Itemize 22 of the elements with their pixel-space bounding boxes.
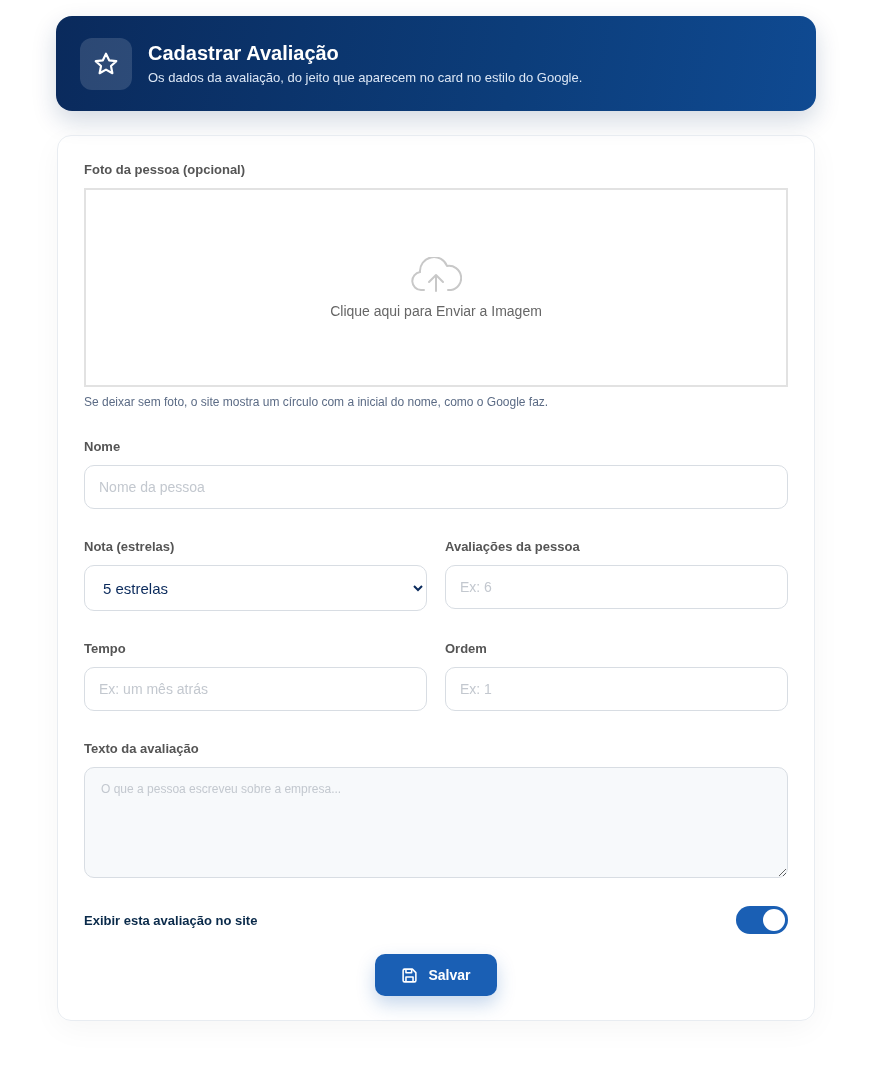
field-label: Nome [84, 439, 122, 454]
toggle-label: Exibir esta avaliação no site [84, 912, 258, 928]
text-field[interactable]: Ex: 1 [445, 667, 788, 711]
field-label: Tempo [84, 641, 127, 656]
page-subtitle: Os dados da avaliação, do jeito que aparecem no card no estilo do Google. [148, 70, 583, 85]
page-title: Cadastrar Avaliação [148, 42, 340, 65]
image-upload-area[interactable]: Clique aqui para Enviar a Imagem [84, 188, 788, 387]
field-label: Ordem [445, 641, 488, 656]
upload-text: Clique aqui para Enviar a Imagem [330, 302, 542, 319]
rating-select[interactable]: 5 estrelas [84, 565, 427, 611]
photo-hint: Se deixar sem foto, o site mostra um círculo com a inicial do nome, como o Google faz. [84, 395, 550, 409]
text-field[interactable]: Nome da pessoa [84, 465, 788, 509]
save-button[interactable]: Salvar [375, 954, 497, 996]
star-icon [93, 50, 119, 77]
visibility-switch[interactable] [736, 906, 788, 934]
text-field[interactable]: Ex: um mês atrás [84, 667, 427, 711]
cloud-upload-icon [410, 256, 462, 293]
field-label: Foto da pessoa (opcional) [84, 162, 247, 177]
field-label: Nota (estrelas) [84, 539, 176, 554]
field-label: Texto da avaliação [84, 741, 200, 756]
text-field[interactable]: Ex: 6 [445, 565, 788, 609]
field-label: Avaliações da pessoa [445, 539, 581, 554]
